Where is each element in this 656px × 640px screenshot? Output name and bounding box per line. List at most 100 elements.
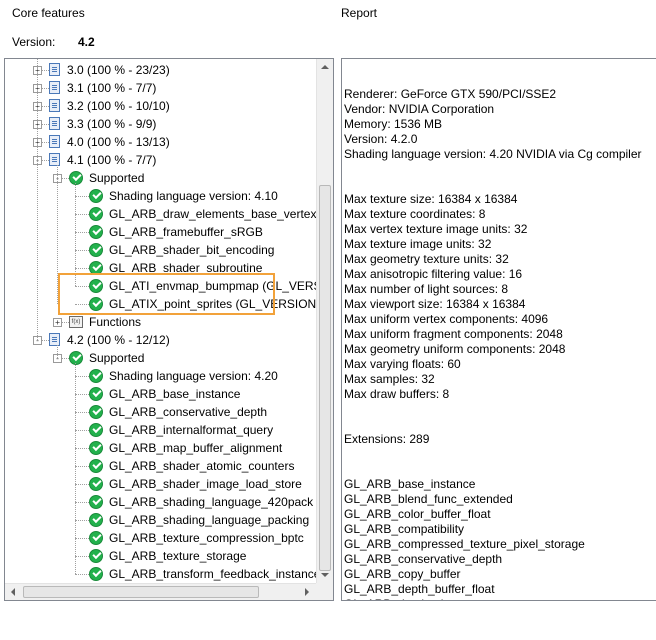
report-line: GL_ARB_conservative_depth (344, 552, 503, 566)
tree-node[interactable]: GL_ARB_map_buffer_alignment (5, 439, 315, 457)
core-features-tree[interactable]: +3.0 (100 % - 23/23) +3.1 (100 % - 7/7) +3… (4, 58, 334, 601)
tree-node-label: GL_ARB_map_buffer_alignment (109, 441, 283, 455)
tree-guide-line (42, 88, 49, 89)
check-icon (89, 441, 103, 455)
tree-horizontal-scrollbar[interactable] (5, 583, 316, 600)
tree-guide-line (75, 484, 89, 485)
tree-node[interactable]: - Supported (5, 169, 315, 187)
tree-node[interactable]: Shading language version: 4.10 (5, 187, 315, 205)
tree-node[interactable]: GL_ARB_shader_atomic_counters (5, 457, 315, 475)
scroll-right-arrow-icon[interactable] (305, 588, 309, 596)
report-line: Max texture coordinates: 8 (344, 207, 486, 221)
tree-node[interactable]: +4.0 (100 % - 13/13) (5, 133, 315, 151)
tree-node[interactable]: GL_ARB_draw_elements_base_vertex (5, 205, 316, 223)
tree-guide-line (75, 538, 89, 539)
tree-node[interactable]: +3.3 (100 % - 9/9) (5, 115, 315, 133)
report-line: Max geometry texture units: 32 (344, 252, 509, 266)
tree-node[interactable]: GL_ARB_conservative_depth (5, 403, 315, 421)
document-icon (49, 333, 60, 346)
tree-node-label: GL_ARB_shader_atomic_counters (109, 459, 295, 473)
check-icon (89, 189, 103, 203)
tree-guide-line (75, 466, 89, 467)
horizontal-scroll-thumb[interactable] (23, 586, 259, 598)
tree-node-label: GL_ARB_texture_compression_bptc (109, 531, 304, 545)
tree-node[interactable]: +3.2 (100 % - 10/10) (5, 97, 315, 115)
check-icon (89, 405, 103, 419)
tree-guide-line (75, 214, 89, 215)
tree-guide-line (75, 232, 89, 233)
tree-node-label: GL_ARB_texture_storage (109, 549, 247, 563)
tree-vertical-scrollbar[interactable] (316, 59, 333, 583)
tree-guide-line (42, 124, 49, 125)
tree-guide-line (75, 448, 89, 449)
report-line: Max draw buffers: 8 (344, 387, 450, 401)
tree-guide-line (42, 142, 49, 143)
tree-node[interactable]: +3.0 (100 % - 23/23) (5, 61, 315, 79)
scroll-down-arrow-icon[interactable] (321, 573, 329, 577)
tree-node[interactable]: GL_ARB_base_instance (5, 385, 315, 403)
check-icon (69, 351, 83, 365)
tree-node-label: GL_ARB_shader_image_load_store (109, 477, 302, 491)
tree-guide-line (75, 430, 89, 431)
tree-node-label: 3.2 (100 % - 10/10) (67, 99, 170, 113)
check-icon (89, 243, 103, 257)
tree-node-label: 3.3 (100 % - 9/9) (67, 117, 157, 131)
expand-icon[interactable]: + (53, 318, 62, 327)
tree-guide-line (75, 250, 89, 251)
tree-node-label: GL_ARB_shading_language_420pack (109, 495, 314, 509)
document-icon (49, 63, 60, 76)
report-panel[interactable]: Renderer: GeForce GTX 590/PCI/SSE2 Vendor… (341, 58, 656, 601)
tree-node[interactable]: + f(x) Functions (5, 313, 315, 331)
tree-guide-line (57, 345, 58, 358)
tree-guide-line (42, 160, 49, 161)
document-icon (49, 153, 60, 166)
report-line: Max number of light sources: 8 (344, 282, 509, 296)
tree-node[interactable]: GL_ARB_shader_bit_encoding (5, 241, 315, 259)
report-line: Memory: 1536 MB (344, 117, 443, 131)
tree-node[interactable]: GL_ARB_shader_image_load_store (5, 475, 315, 493)
tree-node[interactable]: GL_ARB_shading_language_packing (5, 511, 315, 529)
tree-guide-line (42, 340, 49, 341)
tree-node[interactable]: +3.1 (100 % - 7/7) (5, 79, 315, 97)
tree-node[interactable]: GL_ARB_transform_feedback_instanced (5, 565, 327, 583)
document-icon (49, 99, 60, 112)
tree-node-label: Shading language version: 4.10 (109, 189, 278, 203)
report-line: Version: 4.2.0 (344, 132, 418, 146)
tree-guide-line (75, 376, 89, 377)
report-line: Max vertex texture image units: 32 (344, 222, 528, 236)
version-value: 4.2 (78, 35, 95, 49)
report-line: Renderer: GeForce GTX 590/PCI/SSE2 (344, 87, 557, 101)
tree-guide-line (75, 268, 89, 269)
core-features-label: Core features (12, 6, 85, 20)
tree-node[interactable]: Shading language version: 4.20 (5, 367, 315, 385)
scroll-left-arrow-icon[interactable] (11, 588, 15, 596)
tree-node[interactable]: GL_ARB_texture_compression_bptc (5, 529, 315, 547)
scrollbar-corner (316, 583, 333, 600)
check-icon (89, 531, 103, 545)
tree-node[interactable]: GL_ARB_shading_language_420pack (5, 493, 315, 511)
check-icon (89, 207, 103, 221)
report-line: GL_ARB_copy_buffer (344, 567, 461, 581)
tree-node[interactable]: -4.2 (100 % - 12/12) (5, 331, 315, 349)
tree-node[interactable]: - Supported (5, 349, 315, 367)
tree-node[interactable]: GL_ARB_framebuffer_sRGB (5, 223, 315, 241)
tree-guide-line (75, 556, 89, 557)
report-label: Report (341, 6, 378, 20)
report-line: GL_ARB_base_instance (344, 477, 476, 491)
tree-node-label: GL_ARB_conservative_depth (109, 405, 268, 419)
tree-node[interactable]: GL_ARB_internalformat_query (5, 421, 315, 439)
tree-node-label: 4.1 (100 % - 7/7) (67, 153, 157, 167)
tree-guide-line (75, 183, 76, 286)
scroll-up-arrow-icon[interactable] (321, 65, 329, 69)
tree-node-label: GL_ARB_transform_feedback_instanced (109, 567, 328, 581)
tree-node[interactable]: -4.1 (100 % - 7/7) (5, 151, 315, 169)
tree-node[interactable]: GL_ARB_texture_storage (5, 547, 315, 565)
tree-guide-line (75, 363, 76, 574)
report-line: Max uniform vertex components: 4096 (344, 312, 549, 326)
highlight-box (58, 273, 275, 315)
vertical-scroll-thumb[interactable] (319, 185, 331, 571)
tree-node-label: Supported (89, 171, 145, 185)
tree-guide-line (75, 412, 89, 413)
tree-node-label: Supported (89, 351, 145, 365)
report-line: GL_ARB_depth_buffer_float (344, 582, 495, 596)
